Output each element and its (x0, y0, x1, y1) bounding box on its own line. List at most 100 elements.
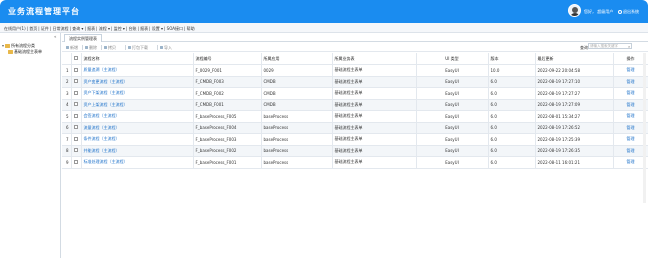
process-name[interactable]: 资产上架流程（主流程） (81, 99, 194, 111)
copy-button[interactable]: 拷贝 (104, 45, 116, 51)
process-name[interactable]: 资产下架流程（主流程） (81, 87, 194, 100)
row-checkbox[interactable] (74, 159, 78, 164)
vertical-scrollbar[interactable] (643, 53, 646, 203)
process-version: 6.0 (488, 87, 536, 100)
menu-item[interactable]: | 台账 (126, 26, 137, 32)
delete-label: 删除 (89, 45, 97, 50)
process-form: 基础流程主表单 (332, 145, 417, 157)
menu-item[interactable]: | 报表 (84, 26, 95, 32)
process-ui-type: EasyUI (416, 110, 489, 123)
menu-item[interactable]: | 查询 ▾ (70, 26, 84, 32)
process-version: 10.0 (488, 64, 536, 77)
tree-node-child[interactable]: 基础流程主表单 (8, 49, 42, 55)
menu-item[interactable]: | 设置 ▾ (149, 26, 163, 32)
process-name[interactable]: 并能流程（主流程） (81, 145, 194, 157)
process-version: 6.0 (488, 76, 536, 88)
process-name[interactable]: 流量流程（主流程） (81, 122, 194, 134)
process-form: 基础流程主表单 (332, 99, 417, 111)
table-row[interactable]: 4 资产上架流程（主流程） F_CMDB_F001 CMDB 基础流程主表单 EasyUI… (62, 99, 648, 111)
delete-button[interactable]: 删除 (85, 45, 97, 51)
column-header-code[interactable]: 流程编号 (193, 53, 262, 65)
menu-item[interactable]: | 证件 (38, 26, 49, 32)
collapse-panel-button[interactable]: « (54, 34, 56, 39)
row-select[interactable] (71, 156, 82, 169)
add-label: 新增 (70, 45, 78, 50)
column-header-form[interactable]: 所属业务表 (332, 53, 417, 65)
process-app: CMDB (261, 99, 333, 111)
process-updated: 2022-08-01 15:34:27 (535, 110, 614, 123)
row-select[interactable] (71, 133, 82, 146)
tab-strip: 流程实例管理表 (62, 33, 648, 42)
column-header-ui[interactable]: UI 类型 (416, 53, 489, 65)
menu-item[interactable]: | 帮助 (184, 26, 195, 32)
row-select[interactable] (71, 64, 82, 77)
menu-item[interactable]: | 报表 (138, 26, 149, 32)
row-checkbox[interactable] (74, 67, 78, 72)
process-updated: 2022-08-19 17:26:52 (535, 122, 614, 134)
column-header-version[interactable]: 版本 (488, 53, 536, 65)
power-icon (618, 9, 622, 14)
row-checkbox[interactable] (74, 90, 78, 95)
process-code: F_baseProcess_F005 (193, 110, 262, 123)
search-icon[interactable]: ⌕ (628, 44, 630, 49)
row-select[interactable] (71, 110, 82, 123)
import-button[interactable]: 导入 (160, 45, 172, 51)
column-header-name[interactable]: 流程名称 (81, 53, 194, 65)
avatar[interactable] (568, 4, 581, 17)
menu-item[interactable]: | 流程 ▾ (96, 26, 110, 32)
process-updated: 2022-08-11 16:01:21 (535, 156, 614, 169)
row-checkbox[interactable] (74, 148, 78, 153)
process-name[interactable]: 资产变更流程（主流程） (81, 76, 194, 88)
row-checkbox[interactable] (74, 79, 78, 84)
table-row[interactable]: 2 资产变更流程（主流程） F_CMDB_F003 CMDB 基础流程主表单 EasyUI… (62, 76, 648, 88)
table-row[interactable]: 6 流量流程（主流程） F_baseProcess_F004 baseProcess 基… (62, 122, 648, 134)
table-row[interactable]: 5 会签流程（主流程） F_baseProcess_F005 baseProcess 基… (62, 110, 648, 123)
menu-item[interactable]: | 首页 (27, 26, 38, 32)
process-name[interactable]: 标准处理流程（主流程） (81, 156, 194, 169)
select-all-checkbox[interactable] (74, 56, 78, 60)
add-icon (66, 46, 69, 50)
process-form: 基础流程主表单 (332, 110, 417, 123)
table-row[interactable]: 7 条件流程（主流程） F_baseProcess_F003 baseProcess 基… (62, 133, 648, 146)
export-button[interactable]: 打包下载 (128, 45, 148, 51)
row-select[interactable] (71, 87, 82, 100)
table-row[interactable]: 8 并能流程（主流程） F_baseProcess_F002 baseProcess 基… (62, 145, 648, 157)
menu-item[interactable]: 在线用户(1) (4, 26, 26, 32)
row-select[interactable] (71, 122, 82, 134)
tree-root-label: 所有流程分类 (11, 43, 35, 48)
row-number: 1 (62, 64, 72, 77)
process-name[interactable]: 条件流程（主流程） (81, 133, 194, 146)
column-header-updated[interactable]: 最后更新 (535, 53, 614, 65)
process-app: CMDB (261, 87, 333, 100)
menu-item[interactable]: | SOA接口 (164, 26, 183, 32)
column-header-app[interactable]: 所属应用 (261, 53, 333, 65)
user-greeting[interactable]: 您好， 超级用户 (584, 9, 613, 15)
row-select[interactable] (71, 145, 82, 157)
table-row[interactable]: 1 质量追溯（主流程） F_0029_F001 0029 基础流程主表单 EasyUI 10… (62, 64, 648, 77)
row-select[interactable] (71, 76, 82, 88)
menu-item[interactable]: | 监控 ▾ (111, 26, 125, 32)
logout-button[interactable]: 退出系统 (618, 9, 639, 15)
row-select[interactable] (71, 99, 82, 111)
menu-item[interactable]: | 日常流程 (50, 26, 69, 32)
process-version: 6.0 (488, 133, 536, 146)
row-checkbox[interactable] (74, 125, 78, 130)
process-form: 基础流程主表单 (332, 156, 417, 169)
main-content: 流程实例管理表 新增 删除 拷贝 打包下载 导入 查询: 请输入搜索关键字 ⌕ (62, 33, 648, 258)
table-row[interactable]: 3 资产下架流程（主流程） F_CMDB_F002 CMDB 基础流程主表单 EasyUI… (62, 87, 648, 100)
row-checkbox[interactable] (74, 136, 78, 141)
process-ui-type: EasyUI (416, 133, 489, 146)
row-checkbox[interactable] (74, 113, 78, 118)
search-input[interactable]: 请输入搜索关键字 (588, 43, 632, 49)
table-row[interactable]: 9 标准处理流程（主流程） F_baseProcess_F001 baseProces… (62, 156, 648, 169)
row-checkbox[interactable] (74, 102, 78, 107)
column-header-select[interactable] (71, 53, 82, 65)
import-icon (160, 46, 163, 50)
row-number: 2 (62, 76, 72, 88)
process-name[interactable]: 质量追溯（主流程） (81, 64, 194, 77)
process-name[interactable]: 会签流程（主流程） (81, 110, 194, 123)
tab-process-instances[interactable]: 流程实例管理表 (64, 34, 102, 42)
process-ui-type: EasyUI (416, 87, 489, 100)
process-code: F_CMDB_F002 (193, 87, 262, 100)
add-button[interactable]: 新增 (66, 45, 78, 51)
